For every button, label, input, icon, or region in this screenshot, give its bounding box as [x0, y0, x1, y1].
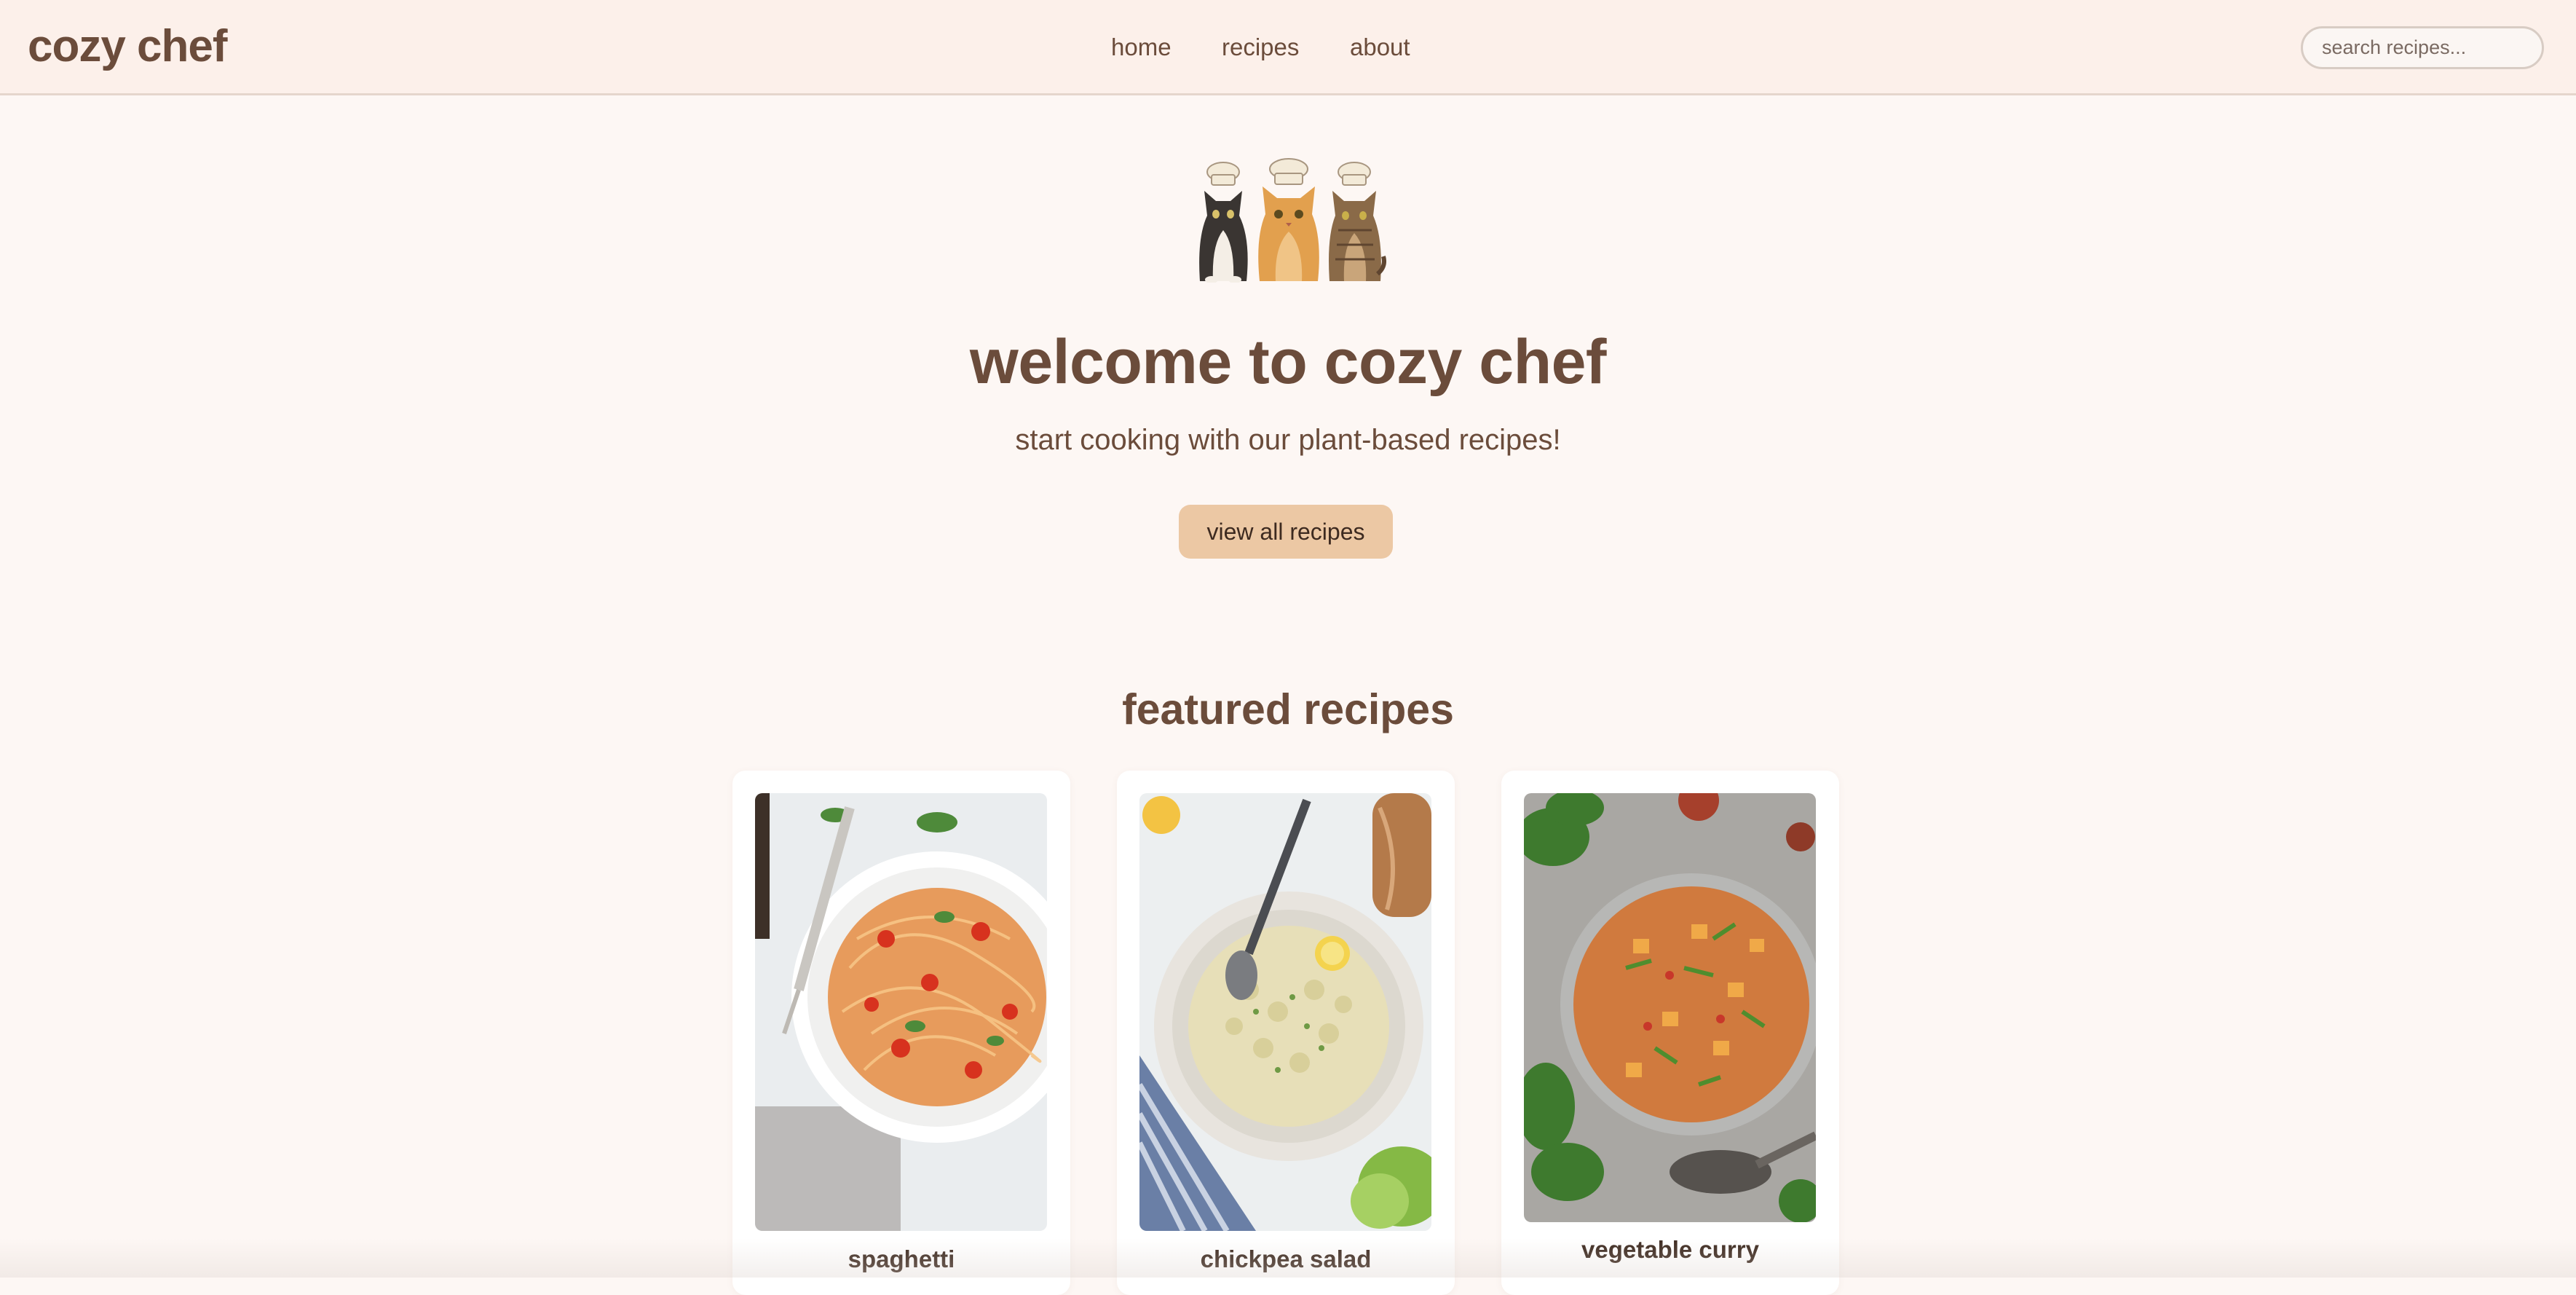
nav-recipes-link[interactable]: recipes	[1222, 34, 1299, 61]
site-header: cozy chef home recipes about	[0, 0, 2576, 95]
view-all-recipes-button[interactable]: view all recipes	[1179, 505, 1393, 559]
nav-about-link[interactable]: about	[1350, 34, 1410, 61]
recipe-name-chickpea-salad[interactable]: chickpea salad	[1117, 1245, 1455, 1273]
search-input[interactable]	[2301, 26, 2544, 69]
hero-subtitle: start cooking with our plant-based recip…	[1015, 424, 1561, 456]
main-nav: home recipes about	[0, 34, 2576, 63]
nav-home-link[interactable]: home	[1111, 34, 1172, 61]
spaghetti-photo[interactable]	[755, 793, 1047, 1231]
recipe-card-vegetable-curry[interactable]	[1501, 771, 1839, 1295]
recipe-name-vegetable-curry[interactable]: vegetable curry	[1501, 1236, 1839, 1264]
chickpea-salad-photo[interactable]	[1139, 793, 1431, 1231]
recipe-name-spaghetti[interactable]: spaghetti	[732, 1245, 1070, 1273]
featured-title: featured recipes	[1122, 685, 1454, 733]
vegetable-curry-photo[interactable]	[1524, 793, 1816, 1222]
recipe-card-spaghetti[interactable]	[732, 771, 1070, 1295]
recipe-card-chickpea-salad[interactable]	[1117, 771, 1455, 1295]
hero-title: welcome to cozy chef	[969, 327, 1607, 397]
chef-cats-illustration	[1190, 157, 1386, 283]
